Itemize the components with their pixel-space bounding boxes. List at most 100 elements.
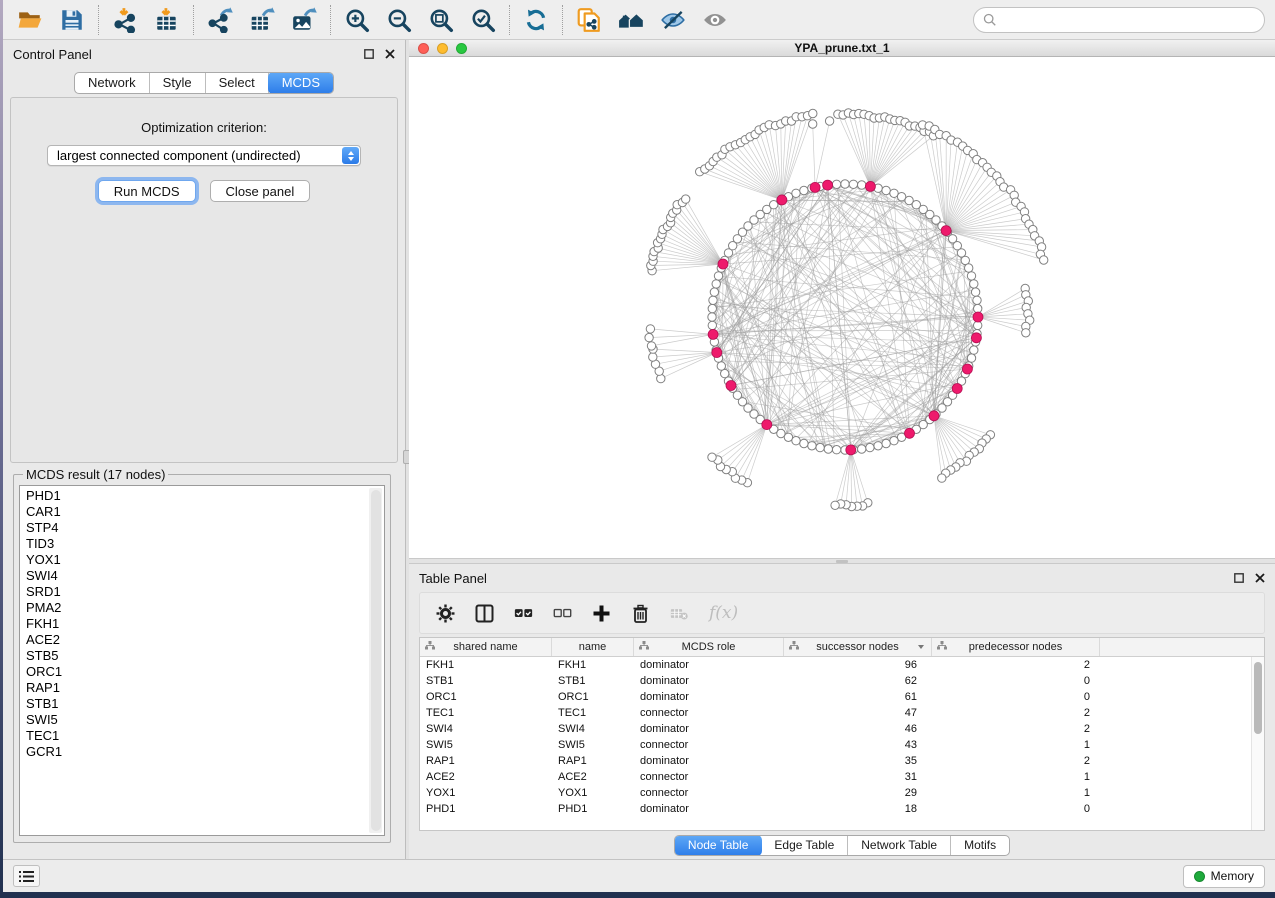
control-panel: Control Panel NetworkStyleSelectMCDS Opt… xyxy=(3,40,405,859)
close-window-icon[interactable] xyxy=(418,43,429,54)
network-view[interactable] xyxy=(409,57,1275,558)
float-panel-icon[interactable] xyxy=(1234,573,1244,583)
network-window-titlebar[interactable]: YPA_prune.txt_1 xyxy=(409,40,1275,57)
shared-column-icon xyxy=(425,641,435,653)
zoom-fit-button[interactable] xyxy=(420,3,462,37)
hide-selected-button[interactable] xyxy=(652,3,694,37)
show-columns-button[interactable] xyxy=(475,604,494,623)
table-row[interactable]: STB1STB1dominator620 xyxy=(420,673,1264,689)
first-neighbors-button[interactable] xyxy=(610,3,652,37)
run-mcds-button[interactable]: Run MCDS xyxy=(98,180,196,202)
zoom-out-button[interactable] xyxy=(378,3,420,37)
save-session-button[interactable] xyxy=(51,3,93,37)
table-panel-title: Table Panel xyxy=(419,571,487,586)
table-toolbar: f(x) xyxy=(419,592,1265,634)
unselect-all-button[interactable] xyxy=(553,604,572,623)
export-image-button[interactable] xyxy=(283,3,325,37)
tab-style[interactable]: Style xyxy=(150,73,206,93)
tab-select[interactable]: Select xyxy=(206,73,269,93)
mcds-result-item[interactable]: TID3 xyxy=(26,536,384,552)
zoom-fit-icon xyxy=(428,7,454,33)
table-settings-button[interactable] xyxy=(436,604,455,623)
maximize-window-icon[interactable] xyxy=(456,43,467,54)
mcds-result-item[interactable]: CAR1 xyxy=(26,504,384,520)
table-row[interactable]: SWI5SWI5connector431 xyxy=(420,737,1264,753)
table-row[interactable]: ORC1ORC1dominator610 xyxy=(420,689,1264,705)
close-panel-icon[interactable] xyxy=(1255,573,1265,583)
column-header-name[interactable]: name xyxy=(552,638,634,656)
mcds-result-item[interactable]: TEC1 xyxy=(26,728,384,744)
mcds-result-list[interactable]: PHD1CAR1STP4TID3YOX1SWI4SRD1PMA2FKH1ACE2… xyxy=(19,485,385,836)
mcds-result-item[interactable]: SRD1 xyxy=(26,584,384,600)
eye-icon xyxy=(702,7,728,33)
tab-mcds[interactable]: MCDS xyxy=(268,72,334,94)
tab-network[interactable]: Network xyxy=(75,73,150,93)
mcds-result-item[interactable]: STB1 xyxy=(26,696,384,712)
splitter-grip[interactable] xyxy=(836,560,848,563)
column-header-MCDS-role[interactable]: MCDS role xyxy=(634,638,784,656)
mcds-result-item[interactable]: PHD1 xyxy=(26,488,384,504)
shared-column-icon xyxy=(639,641,649,653)
add-column-button[interactable] xyxy=(592,604,611,623)
network-graph[interactable] xyxy=(409,57,1275,558)
tab-edge-table[interactable]: Edge Table xyxy=(761,836,848,855)
mcds-result-item[interactable]: STP4 xyxy=(26,520,384,536)
export-table-button[interactable] xyxy=(241,3,283,37)
zoom-selected-button[interactable] xyxy=(462,3,504,37)
tab-node-table[interactable]: Node Table xyxy=(674,835,763,856)
import-network-button[interactable] xyxy=(104,3,146,37)
mcds-list-scrollbar[interactable] xyxy=(369,488,382,833)
refresh-button[interactable] xyxy=(515,3,557,37)
float-panel-icon[interactable] xyxy=(364,49,374,59)
mcds-result-group: MCDS result (17 nodes) PHD1CAR1STP4TID3Y… xyxy=(13,467,391,843)
mcds-result-item[interactable]: PMA2 xyxy=(26,600,384,616)
search-box[interactable] xyxy=(973,7,1265,33)
shared-column-icon xyxy=(937,641,947,653)
search-input[interactable] xyxy=(1002,12,1255,27)
close-panel-icon[interactable] xyxy=(385,49,395,59)
optimization-criterion-select[interactable]: largest connected component (undirected) xyxy=(47,145,361,166)
mcds-result-item[interactable]: GCR1 xyxy=(26,744,384,760)
mcds-result-item[interactable]: YOX1 xyxy=(26,552,384,568)
select-all-button[interactable] xyxy=(514,604,533,623)
horizontal-splitter[interactable] xyxy=(409,558,1275,564)
mcds-result-item[interactable]: STB5 xyxy=(26,648,384,664)
table-row[interactable]: YOX1YOX1connector291 xyxy=(420,785,1264,801)
import-table-button[interactable] xyxy=(146,3,188,37)
table-row[interactable]: TEC1TEC1connector472 xyxy=(420,705,1264,721)
table-row[interactable]: SWI4SWI4dominator462 xyxy=(420,721,1264,737)
table-scrollbar[interactable] xyxy=(1251,657,1264,830)
table-row[interactable]: RAP1RAP1dominator352 xyxy=(420,753,1264,769)
network-window-title: YPA_prune.txt_1 xyxy=(409,41,1275,55)
table-row[interactable]: PHD1PHD1dominator180 xyxy=(420,801,1264,817)
mcds-result-item[interactable]: SWI5 xyxy=(26,712,384,728)
table-row[interactable]: ACE2ACE2connector311 xyxy=(420,769,1264,785)
zoom-out-icon xyxy=(386,7,412,33)
tab-network-table[interactable]: Network Table xyxy=(848,836,951,855)
close-panel-button[interactable]: Close panel xyxy=(210,180,311,202)
mcds-result-item[interactable]: SWI4 xyxy=(26,568,384,584)
minimize-window-icon[interactable] xyxy=(437,43,448,54)
memory-button[interactable]: Memory xyxy=(1183,865,1265,888)
export-network-button[interactable] xyxy=(199,3,241,37)
delete-column-button[interactable] xyxy=(631,604,650,623)
copy-style-button[interactable] xyxy=(568,3,610,37)
show-all-button[interactable] xyxy=(694,3,736,37)
mcds-result-item[interactable]: FKH1 xyxy=(26,616,384,632)
table-row[interactable]: FKH1FKH1dominator962 xyxy=(420,657,1264,673)
open-session-button[interactable] xyxy=(9,3,51,37)
export-network-icon xyxy=(207,7,233,33)
column-header-predecessor-nodes[interactable]: predecessor nodes xyxy=(932,638,1100,656)
task-history-button[interactable] xyxy=(13,865,40,887)
tab-motifs[interactable]: Motifs xyxy=(951,836,1009,855)
column-header-shared-name[interactable]: shared name xyxy=(420,638,552,656)
export-table-icon xyxy=(249,7,275,33)
application-window: Control Panel NetworkStyleSelectMCDS Opt… xyxy=(3,0,1275,892)
node-table[interactable]: shared namenameMCDS rolesuccessor nodesp… xyxy=(419,637,1265,831)
zoom-in-button[interactable] xyxy=(336,3,378,37)
mcds-result-item[interactable]: RAP1 xyxy=(26,680,384,696)
mcds-result-item[interactable]: ORC1 xyxy=(26,664,384,680)
houses-icon xyxy=(618,7,644,33)
column-header-successor-nodes[interactable]: successor nodes xyxy=(784,638,932,656)
mcds-result-item[interactable]: ACE2 xyxy=(26,632,384,648)
